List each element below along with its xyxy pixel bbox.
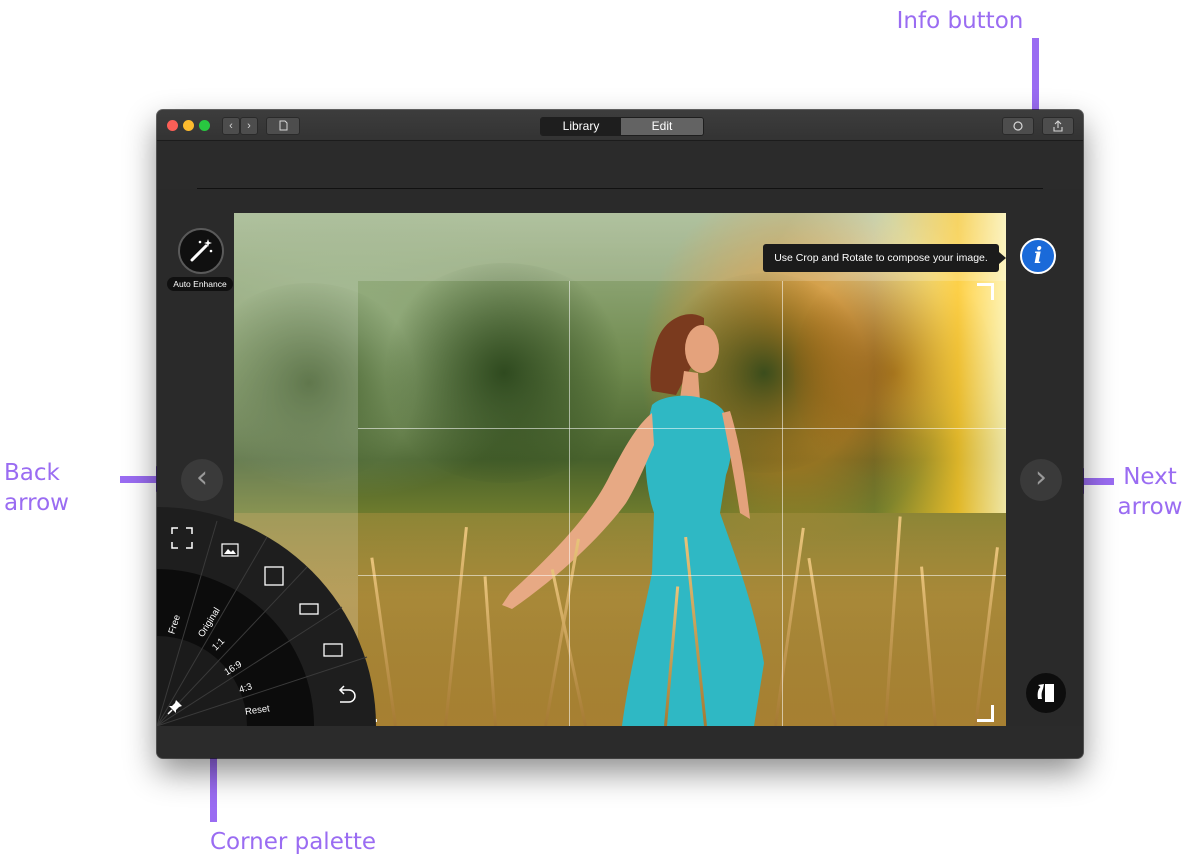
chevron-right-icon: › [247, 120, 251, 132]
callout-next-label: Next arrow [1108, 462, 1192, 522]
forward-nav-button[interactable]: › [240, 117, 258, 135]
bottom-bar [157, 726, 1083, 758]
share-button[interactable] [1042, 117, 1074, 135]
back-nav-button[interactable]: ‹ [222, 117, 240, 135]
crop-grid-line [358, 575, 1006, 576]
crop-tooltip: Use Crop and Rotate to compose your imag… [763, 244, 999, 272]
crop-grid-line [569, 281, 570, 726]
crop-grid-line [782, 281, 783, 726]
callout-palette-label: Corner palette [209, 829, 377, 855]
tab-library[interactable]: Library [541, 118, 621, 135]
auto-enhance-button[interactable] [178, 228, 224, 274]
callout-back-line2: arrow [4, 490, 69, 516]
crop-handle-top-right[interactable] [977, 283, 994, 300]
share-extension-button[interactable] [1002, 117, 1034, 135]
next-arrow-button[interactable]: › [1020, 459, 1062, 501]
fullscreen-crop-icon[interactable] [171, 527, 193, 549]
app-window: ‹ › Library Edit Auto Enhance Use Crop a… [157, 110, 1083, 758]
minimize-window-button[interactable] [183, 120, 194, 131]
toolbar-divider [197, 188, 1043, 189]
callout-back-line1: Back [4, 460, 60, 486]
toolbar-area [157, 141, 1083, 189]
crop-handle-bottom-right[interactable] [977, 705, 994, 722]
share-icon [1053, 120, 1063, 132]
callout-next-line2: arrow [1117, 494, 1183, 520]
callout-next-line1: Next [1123, 464, 1177, 490]
title-bar: ‹ › Library Edit [157, 110, 1083, 141]
cloud-icon [1013, 121, 1023, 131]
callout-palette-arrow [210, 750, 217, 822]
chevron-right-icon: › [1035, 460, 1047, 495]
image-icon[interactable] [221, 543, 239, 557]
chevron-left-icon: ‹ [196, 460, 208, 495]
rotate-icon [1037, 684, 1054, 702]
info-icon: i [1033, 243, 1043, 269]
tab-edit[interactable]: Edit [621, 118, 703, 135]
document-button[interactable] [266, 117, 300, 135]
close-window-button[interactable] [167, 120, 178, 131]
callout-next-arrow [1082, 478, 1114, 485]
document-icon [279, 120, 287, 131]
undo-icon[interactable] [335, 685, 357, 707]
callout-info-label: Info button [896, 8, 1024, 34]
tab-segmented-control: Library Edit [540, 117, 704, 136]
magic-wand-icon [190, 239, 213, 262]
rect-icon[interactable] [323, 643, 343, 657]
callout-back-label: Back arrow [4, 458, 84, 518]
pin-icon[interactable] [167, 699, 183, 715]
rotate-button[interactable] [1026, 673, 1066, 713]
auto-enhance-label: Auto Enhance [167, 277, 233, 291]
crop-grid-line [358, 428, 1006, 429]
info-button[interactable]: i [1020, 238, 1056, 274]
landscape-rect-icon[interactable] [299, 603, 319, 615]
corner-palette[interactable]: Free Original 1:1 16:9 4:3 Reset [157, 507, 387, 726]
square-icon[interactable] [264, 566, 284, 586]
zoom-window-button[interactable] [199, 120, 210, 131]
chevron-left-icon: ‹ [229, 120, 233, 132]
tooltip-pointer [999, 252, 1006, 264]
back-arrow-button[interactable]: ‹ [181, 459, 223, 501]
